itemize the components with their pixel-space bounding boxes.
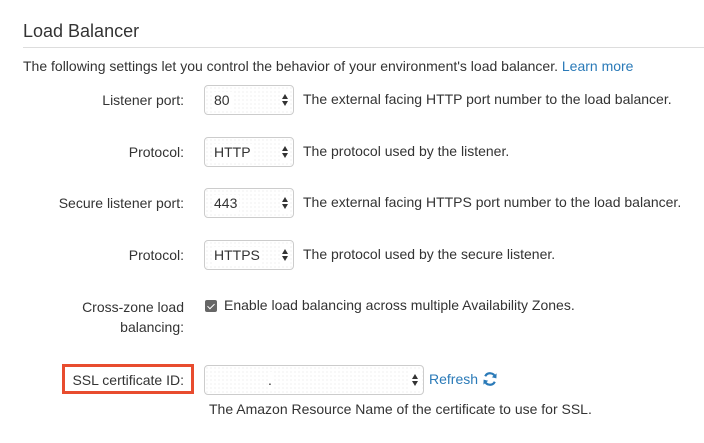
refresh-button[interactable]: Refresh	[429, 371, 498, 387]
cross-zone-description: Enable load balancing across multiple Av…	[224, 297, 575, 313]
secure-protocol-select[interactable]: HTTPS	[204, 240, 294, 270]
listener-port-description: The external facing HTTP port number to …	[303, 91, 672, 107]
up-down-chevron-icon	[280, 194, 290, 212]
cross-zone-label: Cross-zone load balancing:	[82, 299, 184, 335]
listener-port-label: Listener port:	[102, 92, 184, 108]
secure-listener-port-description: The external facing HTTPS port number to…	[303, 194, 682, 210]
learn-more-link[interactable]: Learn more	[562, 58, 634, 74]
listener-port-select[interactable]: 80	[204, 85, 294, 115]
cross-zone-checkbox[interactable]	[205, 300, 217, 312]
ssl-certificate-value: .	[268, 372, 274, 389]
secure-listener-port-value: 443	[214, 195, 240, 212]
protocol-label: Protocol:	[128, 144, 184, 160]
section-intro: The following settings let you control t…	[23, 58, 633, 74]
secure-protocol-description: The protocol used by the secure listener…	[303, 246, 556, 262]
ssl-certificate-select[interactable]: .	[204, 365, 424, 395]
refresh-label: Refresh	[429, 371, 479, 387]
listener-port-value: 80	[214, 92, 232, 109]
up-down-chevron-icon	[280, 143, 290, 161]
secure-protocol-label: Protocol:	[128, 247, 184, 263]
secure-protocol-value: HTTPS	[214, 247, 262, 264]
refresh-icon	[483, 372, 497, 386]
protocol-select[interactable]: HTTP	[204, 137, 294, 167]
up-down-chevron-icon	[410, 371, 420, 389]
intro-text: The following settings let you control t…	[23, 58, 558, 74]
section-divider	[23, 47, 704, 48]
ssl-certificate-label: SSL certificate ID:	[72, 372, 184, 388]
secure-listener-port-select[interactable]: 443	[204, 188, 294, 218]
up-down-chevron-icon	[280, 91, 290, 109]
protocol-value: HTTP	[214, 144, 253, 161]
ssl-certificate-description: The Amazon Resource Name of the certific…	[209, 401, 592, 417]
up-down-chevron-icon	[280, 246, 290, 264]
protocol-description: The protocol used by the listener.	[303, 143, 510, 159]
checkmark-icon	[207, 301, 215, 309]
section-title: Load Balancer	[23, 21, 140, 41]
secure-listener-port-label: Secure listener port:	[58, 195, 184, 211]
